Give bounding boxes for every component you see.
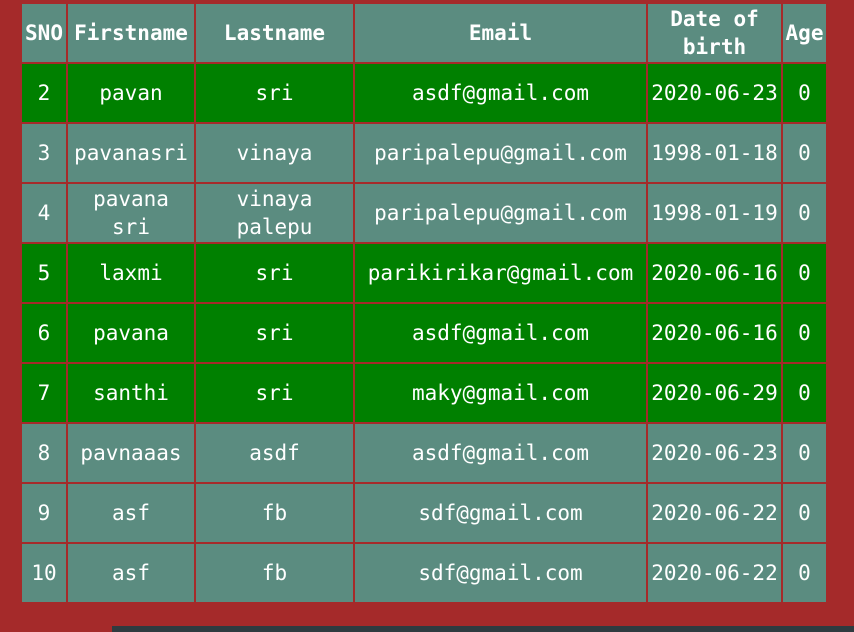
table-row: 8 pavnaaas asdf asdf@gmail.com 2020-06-23 0	[20, 422, 828, 484]
header-firstname: Firstname	[66, 2, 196, 64]
cell-age: 0	[781, 62, 828, 124]
table-row: 2 pavan sri asdf@gmail.com 2020-06-23 0	[20, 62, 828, 124]
header-date-of-birth: Date of birth	[646, 2, 783, 64]
cell-firstname: laxmi	[66, 242, 196, 304]
cell-email: asdf@gmail.com	[353, 302, 648, 364]
cell-date-of-birth: 1998-01-19	[646, 182, 783, 244]
cell-date-of-birth: 2020-06-23	[646, 62, 783, 124]
cell-sno: 5	[20, 242, 68, 304]
table-header-row: SNO Firstname Lastname Email Date of bir…	[20, 2, 828, 64]
cell-date-of-birth: 2020-06-22	[646, 542, 783, 604]
table-row: 3 pavanasri vinaya paripalepu@gmail.com 1998…	[20, 122, 828, 184]
cell-sno: 8	[20, 422, 68, 484]
cell-age: 0	[781, 482, 828, 544]
cell-sno: 6	[20, 302, 68, 364]
cell-age: 0	[781, 122, 828, 184]
header-sno: SNO	[20, 2, 68, 64]
cell-date-of-birth: 2020-06-16	[646, 302, 783, 364]
table-row: 6 pavana sri asdf@gmail.com 2020-06-16 0	[20, 302, 828, 364]
cell-email: paripalepu@gmail.com	[353, 182, 648, 244]
cell-sno: 2	[20, 62, 68, 124]
cell-age: 0	[781, 242, 828, 304]
cell-date-of-birth: 2020-06-22	[646, 482, 783, 544]
cell-age: 0	[781, 182, 828, 244]
cell-sno: 9	[20, 482, 68, 544]
cell-lastname: fb	[194, 482, 355, 544]
cell-date-of-birth: 2020-06-29	[646, 362, 783, 424]
cell-email: sdf@gmail.com	[353, 542, 648, 604]
cell-date-of-birth: 2020-06-23	[646, 422, 783, 484]
cell-lastname: asdf	[194, 422, 355, 484]
cell-email: paripalepu@gmail.com	[353, 122, 648, 184]
table-body: 2 pavan sri asdf@gmail.com 2020-06-23 0 3 pavan…	[20, 62, 828, 604]
header-lastname: Lastname	[194, 2, 355, 64]
cell-email: asdf@gmail.com	[353, 422, 648, 484]
cell-age: 0	[781, 362, 828, 424]
cell-age: 0	[781, 302, 828, 364]
table-row: 4 pavana sri vinaya palepu paripalepu@gmail…	[20, 182, 828, 244]
horizontal-scrollbar[interactable]	[112, 626, 854, 632]
cell-lastname: sri	[194, 242, 355, 304]
cell-firstname: santhi	[66, 362, 196, 424]
cell-email: sdf@gmail.com	[353, 482, 648, 544]
cell-firstname: pavana sri	[66, 182, 196, 244]
cell-lastname: vinaya palepu	[194, 182, 355, 244]
cell-firstname: asf	[66, 542, 196, 604]
table-row: 5 laxmi sri parikirikar@gmail.com 2020-06-16…	[20, 242, 828, 304]
cell-lastname: sri	[194, 302, 355, 364]
cell-email: maky@gmail.com	[353, 362, 648, 424]
right-border-strip	[826, 0, 854, 632]
header-age: Age	[781, 2, 828, 64]
cell-firstname: pavanasri	[66, 122, 196, 184]
cell-firstname: asf	[66, 482, 196, 544]
cell-firstname: pavnaaas	[66, 422, 196, 484]
cell-sno: 7	[20, 362, 68, 424]
cell-date-of-birth: 2020-06-16	[646, 242, 783, 304]
users-table: SNO Firstname Lastname Email Date of bir…	[20, 2, 828, 604]
cell-firstname: pavana	[66, 302, 196, 364]
cell-lastname: fb	[194, 542, 355, 604]
header-email: Email	[353, 2, 648, 64]
table-row: 7 santhi sri maky@gmail.com 2020-06-29 0	[20, 362, 828, 424]
cell-age: 0	[781, 422, 828, 484]
cell-date-of-birth: 1998-01-18	[646, 122, 783, 184]
table-row: 9 asf fb sdf@gmail.com 2020-06-22 0	[20, 482, 828, 544]
cell-email: parikirikar@gmail.com	[353, 242, 648, 304]
table-row: 10 asf fb sdf@gmail.com 2020-06-22 0	[20, 542, 828, 604]
cell-sno: 3	[20, 122, 68, 184]
cell-sno: 10	[20, 542, 68, 604]
cell-lastname: vinaya	[194, 122, 355, 184]
cell-lastname: sri	[194, 362, 355, 424]
cell-email: asdf@gmail.com	[353, 62, 648, 124]
cell-age: 0	[781, 542, 828, 604]
cell-sno: 4	[20, 182, 68, 244]
cell-lastname: sri	[194, 62, 355, 124]
cell-firstname: pavan	[66, 62, 196, 124]
